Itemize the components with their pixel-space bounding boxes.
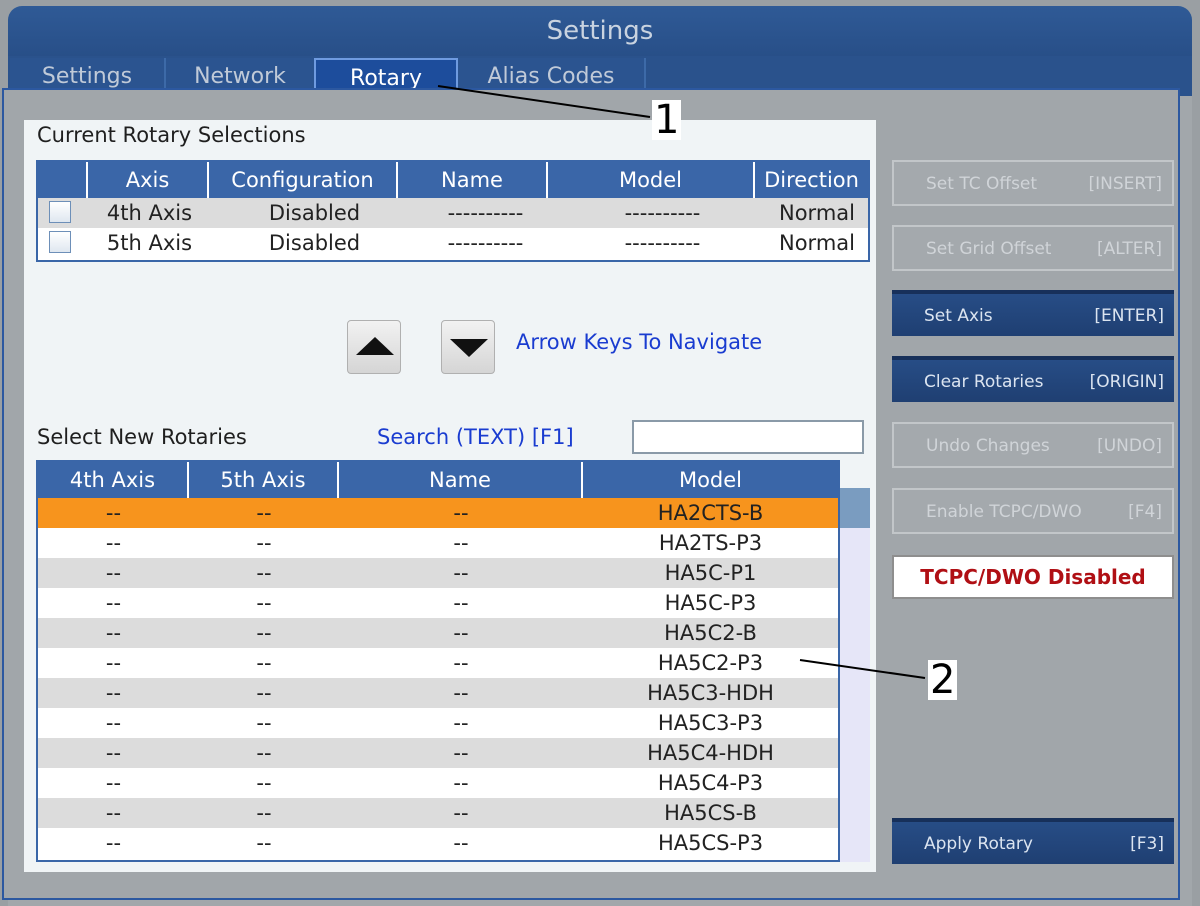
callout-lines xyxy=(437,85,926,679)
callout-1: 1 xyxy=(652,97,682,143)
callout-2: 2 xyxy=(928,657,958,703)
callout-2-leader xyxy=(799,659,926,679)
callout-1-leader xyxy=(437,85,651,118)
